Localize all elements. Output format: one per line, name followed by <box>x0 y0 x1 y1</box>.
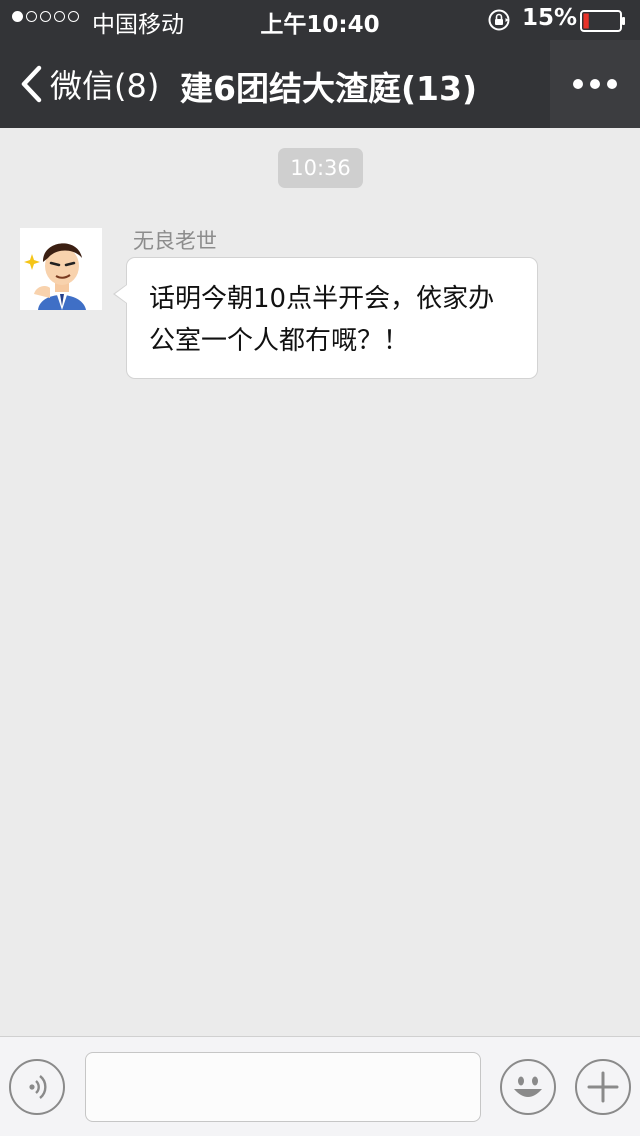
message-bubble[interactable]: 话明今朝10点半开会，依家办 公室一个人都冇嘅？！ <box>126 257 538 379</box>
voice-input-icon <box>29 1075 47 1099</box>
sender-name: 无良老世 <box>133 229 217 253</box>
plus-button[interactable] <box>575 1059 631 1115</box>
message-text-line-1: 话明今朝10点半开会，依家办 <box>149 284 495 314</box>
input-bar <box>0 1036 640 1136</box>
nav-bar: 微信(8) 建6团结大渣庭(13) <box>0 40 640 128</box>
voice-button[interactable] <box>9 1059 65 1115</box>
battery-percent: 15% <box>522 5 578 31</box>
more-button[interactable] <box>550 40 640 128</box>
back-button[interactable]: 微信(8) <box>18 60 159 108</box>
message-text-line-2: 公室一个人都冇嘅？！ <box>149 326 410 356</box>
battery-icon <box>580 10 625 32</box>
emoji-icon <box>514 1076 542 1097</box>
emoji-button[interactable] <box>500 1059 556 1115</box>
cartoon-man-avatar-icon <box>20 228 102 310</box>
status-bar: 中国移动 上午10:40 15% <box>0 0 640 40</box>
sender-avatar[interactable] <box>20 228 102 310</box>
message-input[interactable] <box>85 1052 481 1122</box>
plus-icon <box>587 1071 619 1103</box>
chat-title: 建6团结大渣庭(13) <box>180 69 478 108</box>
chevron-left-icon <box>21 65 42 103</box>
rotation-lock-icon <box>488 9 510 31</box>
battery-fill <box>583 13 589 29</box>
more-dots-icon <box>573 79 583 89</box>
bubble-tail <box>115 285 127 303</box>
timestamp-badge: 10:36 <box>278 148 363 188</box>
back-label: 微信(8) <box>50 67 160 105</box>
top-bar: 中国移动 上午10:40 15% 微信(8) 建6团结大渣庭(13) <box>0 0 640 128</box>
